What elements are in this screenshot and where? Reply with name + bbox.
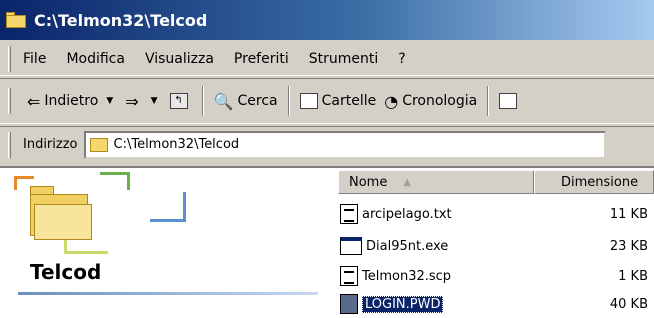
file-size: 40 KB (609, 296, 648, 312)
folders-icon (299, 93, 318, 109)
column-header-name-label: Nome (349, 174, 388, 190)
file-name-cell: Dial95nt.exe (338, 237, 534, 255)
search-button[interactable]: 🔍 Cerca (210, 85, 282, 117)
menu-modifica[interactable]: Modifica (66, 51, 125, 67)
address-field[interactable]: C:\Telmon32\Telcod (83, 130, 606, 159)
decorative-corner-blue (150, 192, 186, 222)
toolbar-separator (201, 86, 204, 116)
address-label: Indirizzo (23, 137, 78, 152)
history-label: Cronologia (402, 93, 478, 109)
file-name-cell: arcipelago.txt (338, 204, 534, 224)
column-header-name[interactable]: Nome ▲ (338, 170, 534, 194)
sort-ascending-icon: ▲ (403, 176, 412, 188)
history-icon: ◔ (384, 91, 399, 111)
back-arrow-icon: ⇐ (27, 91, 41, 111)
toolbar: ⇐ Indietro ▼ ⇒ ▼ ↰ 🔍 Cerca Cartelle ◔ Cr… (0, 78, 654, 124)
file-size: 11 KB (609, 206, 648, 222)
folder-open-icon (6, 12, 28, 28)
menu-strumenti[interactable]: Strumenti (309, 51, 379, 67)
title-bar[interactable]: C:\Telmon32\Telcod (0, 0, 654, 40)
back-label: Indietro (44, 93, 99, 109)
content-area: Telcod Nome ▲ Dimensione arcipelago.txt … (0, 166, 654, 318)
toolbar-separator (487, 86, 490, 116)
up-folder-icon: ↰ (169, 93, 188, 109)
toolbar-separator (287, 86, 290, 116)
menu-bar: File Modifica Visualizza Preferiti Strum… (0, 42, 654, 76)
caption-divider (18, 292, 318, 295)
file-name: Dial95nt.exe (366, 238, 449, 254)
text-file-icon (340, 266, 358, 286)
folder-info-panel: Telcod (0, 168, 330, 318)
menu-help[interactable]: ? (398, 51, 405, 67)
folders-label: Cartelle (321, 93, 377, 109)
folder-caption: Telcod (30, 260, 102, 284)
file-row[interactable]: arcipelago.txt 11 KB (338, 202, 654, 226)
text-file-icon (340, 204, 358, 224)
file-row[interactable]: Dial95nt.exe 23 KB (338, 234, 654, 258)
decorative-corner-green (100, 172, 130, 190)
folders-button[interactable]: Cartelle (296, 85, 381, 117)
file-name: arcipelago.txt (362, 206, 452, 222)
forward-arrow-icon: ⇒ (125, 91, 139, 111)
file-size: 23 KB (609, 238, 648, 254)
search-icon: 🔍 (213, 91, 234, 111)
file-name: Telmon32.scp (362, 268, 452, 284)
exe-file-icon (340, 237, 362, 255)
large-folder-icon-front (34, 204, 92, 240)
address-value: C:\Telmon32\Telcod (113, 137, 240, 152)
menu-visualizza[interactable]: Visualizza (145, 51, 214, 67)
history-button[interactable]: ◔ Cronologia (380, 85, 481, 117)
window-title: C:\Telmon32\Telcod (34, 10, 208, 30)
file-size: 1 KB (618, 268, 648, 284)
back-dropdown-icon[interactable]: ▼ (106, 96, 113, 106)
menu-grip[interactable] (8, 45, 11, 72)
file-name: LOGIN.PWD (362, 295, 444, 313)
file-row-selected[interactable]: LOGIN.PWD 40 KB (338, 292, 654, 316)
back-button[interactable]: ⇐ Indietro (23, 85, 102, 117)
search-label: Cerca (237, 93, 278, 109)
column-header-size[interactable]: Dimensione (534, 170, 654, 194)
file-name-cell: Telmon32.scp (338, 266, 534, 286)
column-header-row: Nome ▲ Dimensione (338, 170, 654, 194)
menu-preferiti[interactable]: Preferiti (234, 51, 289, 67)
move-to-button[interactable] (495, 85, 525, 117)
file-name-cell: LOGIN.PWD (338, 294, 534, 314)
forward-button[interactable]: ⇒ (121, 85, 146, 117)
file-row[interactable]: Telmon32.scp 1 KB (338, 264, 654, 288)
pwd-file-icon (340, 294, 358, 314)
menu-file[interactable]: File (23, 51, 46, 67)
folder-icon (89, 137, 108, 152)
move-to-icon (499, 93, 518, 109)
address-grip[interactable] (8, 131, 11, 158)
toolbar-grip[interactable] (8, 88, 11, 114)
forward-dropdown-icon[interactable]: ▼ (151, 96, 158, 106)
file-list: Nome ▲ Dimensione arcipelago.txt 11 KB D… (338, 168, 654, 318)
address-bar: Indirizzo C:\Telmon32\Telcod (0, 126, 654, 162)
column-header-size-label: Dimensione (561, 174, 639, 190)
up-folder-button[interactable]: ↰ (166, 85, 196, 117)
